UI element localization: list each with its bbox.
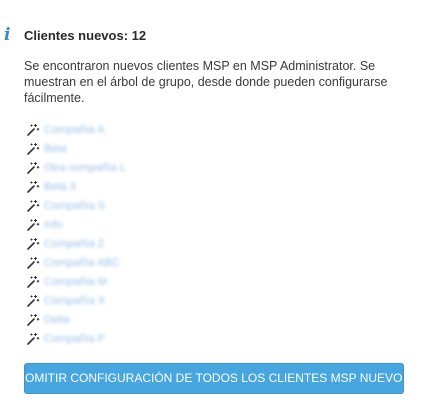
client-name-link[interactable]: Compañía A (44, 124, 105, 136)
new-clients-title: Clientes nuevos: 12 (24, 28, 147, 43)
client-name-link[interactable]: Compañía M (44, 276, 107, 288)
client-list-item[interactable]: Compañía ABC (26, 253, 126, 272)
client-list-item[interactable]: Info (26, 215, 126, 234)
client-list-item[interactable]: Compañía Z (26, 234, 126, 253)
magic-wand-icon (27, 332, 40, 345)
client-name-link[interactable]: Info (44, 219, 62, 231)
new-clients-panel: i Clientes nuevos: 12 Se encontraron nue… (0, 0, 426, 418)
client-name-link[interactable]: Delta (44, 314, 70, 326)
client-list: Compañía A Beta Otra compañía L Beta 3 C… (26, 120, 126, 348)
client-name-link[interactable]: Beta (44, 143, 67, 155)
client-list-item[interactable]: Otra compañía L (26, 158, 126, 177)
magic-wand-icon (27, 142, 40, 155)
magic-wand-icon (27, 294, 40, 307)
client-list-item[interactable]: Compañía S (26, 196, 126, 215)
client-name-link[interactable]: Compañía S (44, 200, 105, 212)
client-list-item[interactable]: Beta 3 (26, 177, 126, 196)
client-name-link[interactable]: Otra compañía L (44, 162, 126, 174)
client-name-link[interactable]: Compañía ABC (44, 257, 120, 269)
new-clients-description: Se encontraron nuevos clientes MSP en MS… (24, 59, 388, 105)
magic-wand-icon (27, 199, 40, 212)
client-list-item[interactable]: Beta (26, 139, 126, 158)
magic-wand-icon (27, 123, 40, 136)
client-name-link[interactable]: Compañía P (44, 333, 105, 345)
client-name-link[interactable]: Beta 3 (44, 181, 76, 193)
client-name-link[interactable]: Compañía X (44, 295, 105, 307)
client-list-item[interactable]: Compañía M (26, 272, 126, 291)
magic-wand-icon (27, 313, 40, 326)
client-list-item[interactable]: Delta (26, 310, 126, 329)
magic-wand-icon (27, 161, 40, 174)
skip-configuration-button[interactable]: OMITIR CONFIGURACIÓN DE TODOS LOS CLIENT… (24, 363, 404, 394)
magic-wand-icon (27, 180, 40, 193)
client-list-item[interactable]: Compañía P (26, 329, 126, 348)
client-name-link[interactable]: Compañía Z (44, 238, 105, 250)
magic-wand-icon (27, 256, 40, 269)
magic-wand-icon (27, 218, 40, 231)
info-icon: i (4, 25, 11, 45)
magic-wand-icon (27, 237, 40, 250)
magic-wand-icon (27, 275, 40, 288)
client-list-item[interactable]: Compañía A (26, 120, 126, 139)
client-list-item[interactable]: Compañía X (26, 291, 126, 310)
